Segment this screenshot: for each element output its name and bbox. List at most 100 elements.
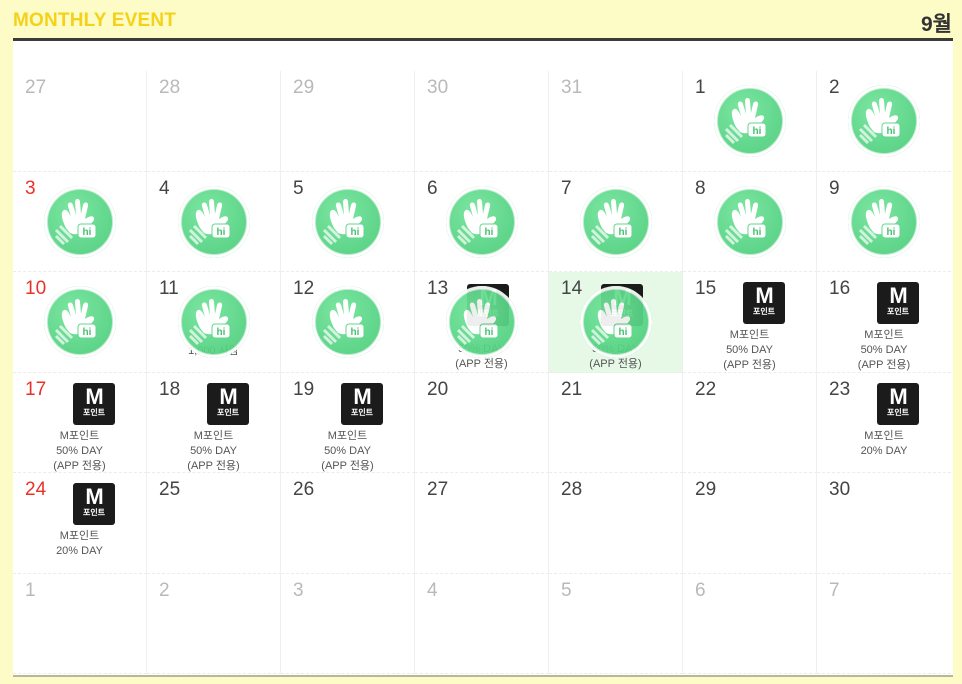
event-title: MONTHLY EVENT xyxy=(13,10,177,31)
calendar-day-cell[interactable]: 27 xyxy=(13,71,147,172)
day-number: 2 xyxy=(829,77,840,98)
calendar-day-cell[interactable]: 5 xyxy=(549,573,683,674)
calendar-day-cell[interactable]: 6 xyxy=(683,573,817,674)
hi-attendance-stamp-icon: hi xyxy=(714,185,786,258)
calendar-day-cell[interactable]: 31 xyxy=(549,71,683,172)
m-point-badge-letter: M xyxy=(219,383,237,409)
m-point-badge-text: 포인트 xyxy=(82,508,106,517)
calendar-day-cell[interactable]: 21 xyxy=(549,372,683,473)
m-point-event-line: 50% DAY xyxy=(324,444,371,457)
day-number: 21 xyxy=(561,378,583,400)
m-point-event-line: M포인트 xyxy=(729,329,770,341)
m-point-event-line: 50% DAY xyxy=(190,444,237,457)
calendar-day-cell[interactable]: 4 xyxy=(415,573,549,674)
m-point-badge-text: 포인트 xyxy=(350,407,374,417)
m-point-badge-letter: M xyxy=(755,283,773,308)
day-number: 19 xyxy=(293,378,315,400)
stamp-label: hi xyxy=(351,327,360,338)
m-point-event-line: (APP 전용) xyxy=(455,358,508,370)
m-point-event-line: M포인트 xyxy=(59,429,100,442)
calendar-day-cell[interactable]: 3 hi xyxy=(13,171,147,272)
m-point-badge-text: 포인트 xyxy=(886,307,910,316)
day-number: 7 xyxy=(561,177,572,199)
calendar-day-cell[interactable]: 10 hi xyxy=(13,272,147,373)
m-point-event-line: (APP 전용) xyxy=(723,359,776,371)
m-point-event-text: M포인트 50% DAY (APP 전용) xyxy=(147,429,280,474)
m-point-event-text: M포인트 20% DAY xyxy=(13,529,146,559)
stamp-label: hi xyxy=(485,327,494,338)
stamp-label: hi xyxy=(887,126,896,137)
calendar-day-cell[interactable]: 26 xyxy=(281,473,415,574)
calendar-day-cell[interactable]: 16 M 포인트 M포인트 50% DAY (APP 전용) xyxy=(817,272,951,373)
calendar-day-cell[interactable]: 1 hi xyxy=(683,71,817,172)
calendar-day-cell[interactable]: 29 xyxy=(683,473,817,574)
calendar-day-cell[interactable]: 15 M 포인트 M포인트 50% DAY (APP 전용) xyxy=(683,272,817,373)
day-number: 5 xyxy=(293,177,304,199)
calendar-day-cell[interactable]: 19 M 포인트 M포인트 50% DAY (APP 전용) xyxy=(281,372,415,473)
calendar-day-cell[interactable]: 8 hi xyxy=(683,171,817,272)
m-point-badge-icon: M포인트 xyxy=(877,282,919,324)
calendar-day-cell[interactable]: 3 xyxy=(281,573,415,674)
calendar-day-cell[interactable]: 13M포인트50% DAY(APP 전용)hi xyxy=(415,272,549,373)
m-point-badge-text: 포인트 xyxy=(82,407,106,417)
calendar-day-cell[interactable]: 23 M 포인트 M포인트 20% DAY xyxy=(817,373,951,473)
day-number: 3 xyxy=(25,177,36,199)
day-number: 24 xyxy=(25,479,47,500)
day-number: 26 xyxy=(293,479,315,500)
day-number: 30 xyxy=(427,77,449,98)
m-point-event-line: 50% DAY xyxy=(56,444,103,457)
hi-attendance-stamp-icon: hi xyxy=(848,185,920,258)
m-point-event-line: 20% DAY xyxy=(56,545,103,557)
calendar-day-cell[interactable]: 17 M 포인트 M포인트 50% DAY (APP 전용) xyxy=(13,372,147,473)
calendar-day-cell[interactable]: 22 xyxy=(683,372,817,473)
hi-attendance-stamp-icon: hi xyxy=(312,286,384,358)
stamp-label: hi xyxy=(887,227,896,238)
day-number: 6 xyxy=(695,579,706,601)
calendar-day-cell[interactable]: 27 xyxy=(415,473,549,574)
calendar-day-cell[interactable]: 30 xyxy=(817,473,951,574)
calendar-day-cell[interactable]: 7 hi xyxy=(549,171,683,272)
m-point-event-line: 50% DAY xyxy=(726,344,773,356)
calendar-day-cell[interactable]: 6 hi xyxy=(415,171,549,272)
m-point-event-line: (APP 전용) xyxy=(857,359,911,371)
day-number: 22 xyxy=(695,378,717,400)
m-point-badge-text: 포인트 xyxy=(752,307,776,316)
calendar-day-cell[interactable]: 2 xyxy=(147,573,281,674)
m-point-event-line: M포인트 xyxy=(59,530,100,542)
calendar-day-cell[interactable]: 14M포인트50% DAY(APP 전용)hi xyxy=(549,272,683,373)
calendar-day-cell[interactable]: 2 hi xyxy=(817,71,951,172)
m-point-event-text: M포인트 50% DAY (APP 전용) xyxy=(817,328,951,373)
calendar-day-cell[interactable]: 30 xyxy=(415,71,549,172)
hi-attendance-stamp-icon: hi xyxy=(580,286,652,358)
hi-attendance-stamp-icon: hi xyxy=(446,286,518,358)
day-number: 14 xyxy=(561,278,583,299)
calendar-day-cell[interactable]: 28 xyxy=(549,473,683,574)
m-point-event-line: (APP 전용) xyxy=(187,459,240,472)
calendar-day-cell[interactable]: 111,000 사람hi xyxy=(147,272,281,373)
calendar-day-cell[interactable]: 1 xyxy=(13,573,147,674)
calendar-day-cell[interactable]: 12 hi xyxy=(281,272,415,373)
day-number: 2 xyxy=(159,579,170,601)
day-number: 1 xyxy=(695,77,706,98)
m-point-badge-letter: M xyxy=(889,283,907,308)
day-number: 28 xyxy=(561,479,583,500)
day-number: 23 xyxy=(829,378,851,400)
m-point-badge-icon: M포인트 xyxy=(207,382,249,425)
calendar-day-cell[interactable]: 7 xyxy=(817,574,951,674)
day-number: 16 xyxy=(829,278,851,299)
calendar-day-cell[interactable]: 25 xyxy=(147,473,281,574)
day-number: 1 xyxy=(25,579,36,601)
calendar-day-cell[interactable]: 5 hi xyxy=(281,171,415,272)
hi-attendance-stamp-icon: hi xyxy=(178,185,250,258)
calendar-day-cell[interactable]: 20 xyxy=(415,372,549,473)
stamp-label: hi xyxy=(485,227,494,238)
m-point-badge-letter: M xyxy=(85,383,103,409)
day-number: 29 xyxy=(695,479,717,500)
calendar-day-cell[interactable]: 29 xyxy=(281,71,415,172)
calendar-day-cell[interactable]: 4 hi xyxy=(147,171,281,272)
calendar-day-cell[interactable]: 28 xyxy=(147,71,281,172)
calendar-day-cell[interactable]: 24 M 포인트 M포인트 20% DAY xyxy=(13,473,147,574)
calendar-day-cell[interactable]: 18 M 포인트 M포인트 50% DAY (APP 전용) xyxy=(147,372,281,474)
calendar-day-cell[interactable]: 9 hi xyxy=(817,172,951,272)
month-label: 9월 xyxy=(921,13,952,36)
